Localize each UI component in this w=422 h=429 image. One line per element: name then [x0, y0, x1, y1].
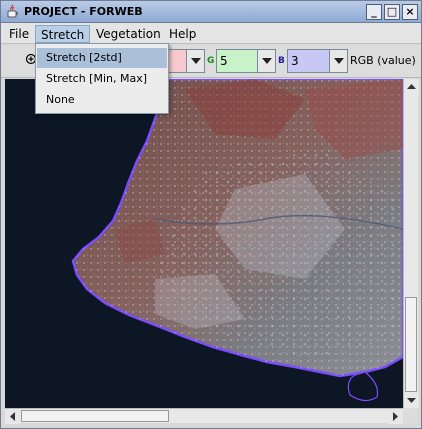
menu-item-stretch-min-max[interactable]: Stretch [Min, Max]	[37, 69, 167, 89]
green-band-value: 5	[220, 54, 228, 68]
blue-band-value: 3	[291, 54, 299, 68]
rgb-value-button[interactable]: RGB (value)	[349, 49, 419, 73]
scroll-up-button[interactable]	[404, 79, 419, 94]
stretch-dropdown-menu: Stretch [2std] Stretch [Min, Max] None	[35, 43, 169, 114]
green-band-combo[interactable]: 5	[216, 49, 276, 73]
java-cup-icon	[7, 4, 18, 18]
menu-help[interactable]: Help	[164, 25, 201, 43]
scroll-right-button[interactable]	[388, 409, 403, 424]
satellite-image	[5, 79, 403, 408]
menu-bar: File Stretch Vegetation Help	[1, 23, 421, 44]
menu-vegetation[interactable]: Vegetation	[91, 25, 166, 43]
close-button[interactable]: ×	[402, 4, 418, 20]
satellite-image-view[interactable]	[5, 79, 403, 408]
application-window: PROJECT - FORWEB _ □ × File Stretch Vege…	[0, 0, 422, 429]
blue-band-combo[interactable]: 3	[287, 49, 348, 73]
window-title: PROJECT - FORWEB	[24, 5, 143, 18]
vertical-scroll-thumb[interactable]	[405, 297, 417, 392]
chevron-down-icon[interactable]	[257, 50, 275, 72]
scroll-left-button[interactable]	[5, 409, 20, 424]
menu-item-none[interactable]: None	[37, 90, 167, 110]
minimize-button[interactable]: _	[366, 4, 382, 20]
blue-band-label: B	[278, 56, 285, 66]
horizontal-scroll-thumb[interactable]	[21, 410, 169, 422]
chevron-down-icon[interactable]	[329, 50, 347, 72]
horizontal-scrollbar[interactable]	[5, 408, 403, 424]
scroll-down-button[interactable]	[404, 393, 419, 408]
menu-file[interactable]: File	[4, 25, 34, 43]
scroll-corner	[403, 408, 418, 423]
chevron-down-icon[interactable]	[186, 50, 204, 72]
menu-item-stretch-2std[interactable]: Stretch [2std]	[37, 48, 167, 68]
title-bar[interactable]: PROJECT - FORWEB _ □ ×	[1, 1, 421, 23]
menu-stretch[interactable]: Stretch	[35, 25, 90, 43]
green-band-label: G	[207, 56, 215, 66]
maximize-button[interactable]: □	[384, 4, 400, 20]
vertical-scrollbar[interactable]	[403, 79, 419, 408]
